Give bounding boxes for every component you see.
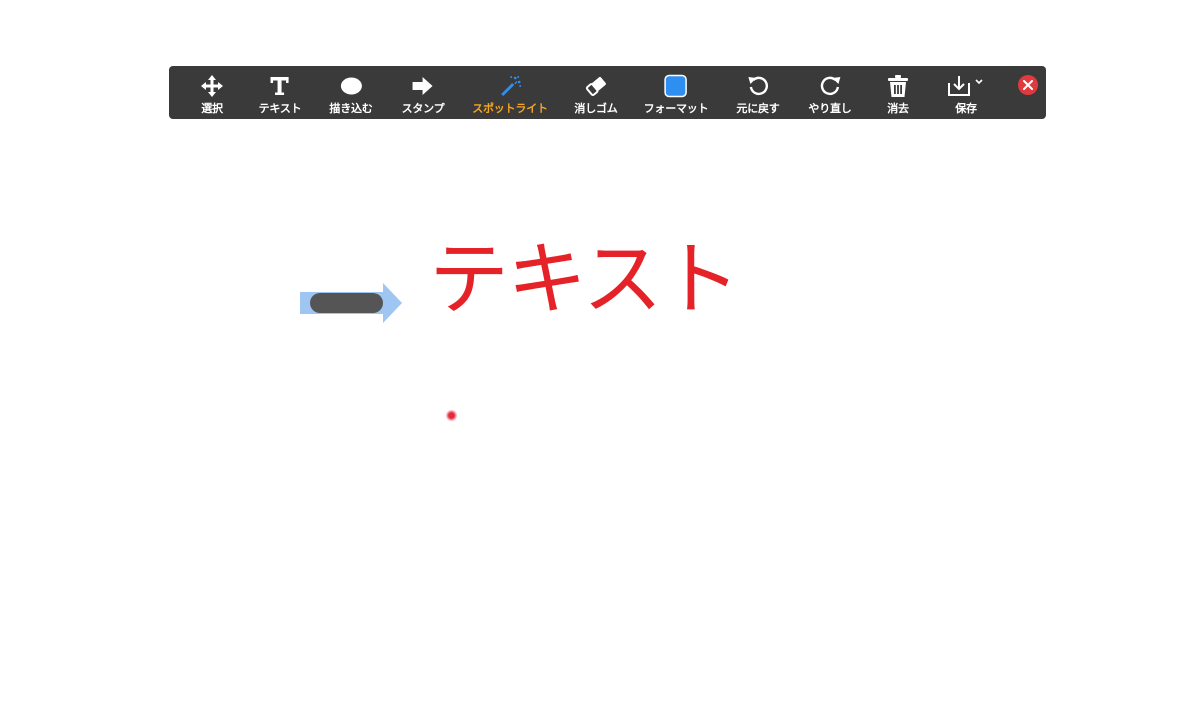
tool-select[interactable]: 選択 <box>200 66 224 119</box>
tool-label: スタンプ <box>401 102 445 115</box>
stamp-arrow-annotation[interactable] <box>299 283 403 323</box>
tool-spotlight[interactable]: スポットライト <box>472 66 548 119</box>
tool-label: やり直し <box>808 102 852 115</box>
tool-label: テキスト <box>258 102 302 115</box>
undo-icon <box>746 74 770 98</box>
magic-wand-icon <box>498 74 522 98</box>
chevron-down-icon <box>975 79 983 85</box>
canvas-text-annotation[interactable]: テキスト <box>429 240 741 320</box>
close-icon <box>1023 80 1033 90</box>
close-button[interactable] <box>1018 75 1038 95</box>
redo-icon <box>818 74 842 98</box>
eraser-icon <box>584 74 608 98</box>
tool-label: 元に戻す <box>736 102 780 115</box>
tool-redo[interactable]: やり直し <box>808 66 852 119</box>
tool-label: 描き込む <box>329 102 373 115</box>
tool-save[interactable]: 保存 <box>946 66 986 119</box>
tool-label: フォーマット <box>643 102 709 115</box>
ellipse-icon <box>339 74 363 98</box>
tool-label: スポットライト <box>472 102 548 115</box>
spotlight-pointer <box>446 410 457 421</box>
color-swatch-icon <box>664 74 688 98</box>
annotation-toolbar: 選択 テキスト 描き込む スタンプ スポットライト 消しゴム フォーマット 元に… <box>169 66 1046 119</box>
text-t-icon <box>268 74 292 98</box>
tool-draw[interactable]: 描き込む <box>329 66 373 119</box>
tool-clear[interactable]: 消去 <box>886 66 910 119</box>
whiteboard-canvas[interactable]: 選択 テキスト 描き込む スタンプ スポットライト 消しゴム フォーマット 元に… <box>0 0 1200 703</box>
tool-eraser[interactable]: 消しゴム <box>574 66 618 119</box>
download-icon <box>946 74 986 98</box>
tool-stamp[interactable]: スタンプ <box>402 66 445 119</box>
tool-undo[interactable]: 元に戻す <box>736 66 780 119</box>
tool-label: 消去 <box>887 102 909 115</box>
tool-text[interactable]: テキスト <box>259 66 302 119</box>
tool-label: 選択 <box>201 102 223 115</box>
tool-label: 消しゴム <box>574 102 618 115</box>
tool-label: 保存 <box>955 102 977 115</box>
arrow-right-icon <box>411 74 435 98</box>
tool-format[interactable]: フォーマット <box>644 66 709 119</box>
trash-icon <box>886 74 910 98</box>
move-arrows-icon <box>200 74 224 98</box>
